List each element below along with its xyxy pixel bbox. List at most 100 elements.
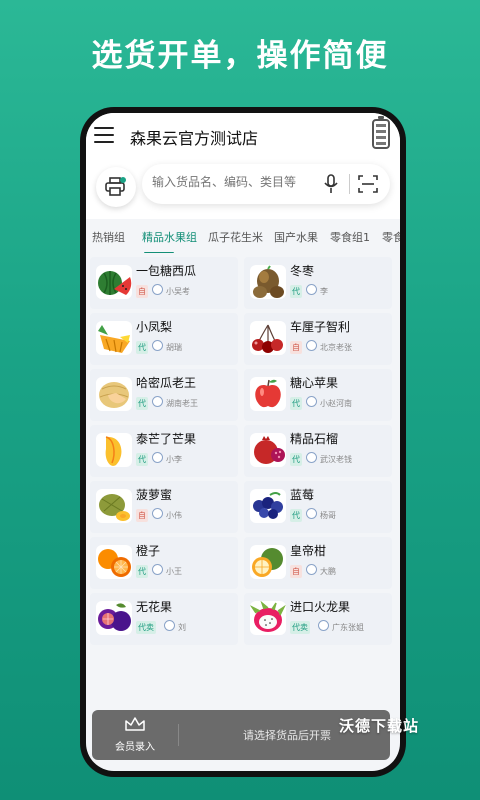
search-input[interactable] (150, 174, 324, 190)
seller-avatar-icon (152, 564, 163, 575)
seller-avatar-icon (306, 340, 317, 351)
microphone-icon[interactable] (324, 174, 338, 194)
tab-hot-sales[interactable]: 热销组 (92, 229, 125, 245)
seller-avatar-icon (306, 284, 317, 295)
pineapple-image (96, 321, 132, 355)
type-badge: 代 (290, 509, 302, 522)
promo-headline: 选货开单，操作简便 (91, 38, 389, 74)
product-name: 蓝莓 (290, 488, 315, 502)
type-badge: 自 (290, 565, 302, 578)
seller-avatar-icon (318, 620, 329, 631)
seller-avatar-icon (306, 452, 317, 463)
product-name: 进口火龙果 (290, 600, 351, 614)
product-name: 精品石榴 (290, 432, 339, 446)
type-badge: 代 (136, 341, 148, 354)
search-row (86, 157, 400, 219)
fig-image (96, 601, 132, 635)
type-badge: 代 (290, 285, 302, 298)
type-badge: 代卖 (136, 621, 156, 634)
tab-premium-fruit[interactable]: 精品水果组 (142, 229, 197, 245)
product-card[interactable]: 冬枣 代 李 (244, 257, 392, 309)
seller-avatar-icon (306, 564, 317, 575)
product-card[interactable]: 小凤梨 代 胡瑞 (90, 313, 238, 365)
cherry-image (250, 321, 286, 355)
product-card[interactable]: 进口火龙果 代卖 广东张姐 (244, 593, 392, 645)
printer-button[interactable] (96, 167, 136, 207)
seller-name: 小伟 (166, 511, 182, 520)
product-card[interactable]: 菠萝蜜 自 小伟 (90, 481, 238, 533)
product-name: 小凤梨 (136, 320, 173, 334)
watermark-text: 沃德下载站 (339, 717, 420, 735)
seller-name: 大鹏 (320, 567, 336, 576)
mandarin-image (250, 545, 286, 579)
seller-name: 小赵河南 (320, 399, 352, 408)
product-name: 糖心苹果 (290, 376, 339, 390)
seller-avatar-icon (152, 340, 163, 351)
search-divider (349, 174, 350, 194)
tab-snacks[interactable]: 零食 (382, 229, 400, 245)
product-name: 车厘子智利 (290, 320, 351, 334)
battery-icon (372, 116, 390, 149)
type-badge: 代卖 (290, 621, 310, 634)
watermelon-image (96, 265, 132, 299)
seller-name: 小王 (166, 567, 182, 576)
seller-name: 武汉老钱 (320, 455, 352, 464)
apple-image (250, 377, 286, 411)
product-name: 一包糖西瓜 (136, 264, 197, 278)
product-card[interactable]: 橙子 代 小王 (90, 537, 238, 589)
tab-seeds-nuts[interactable]: 瓜子花生米 (208, 229, 263, 245)
top-bar: 森果云官方测试店 (86, 113, 400, 157)
tab-domestic-fruit[interactable]: 国产水果 (274, 229, 318, 245)
orange-image (96, 545, 132, 579)
product-card[interactable]: 皇帝柑 自 大鹏 (244, 537, 392, 589)
seller-avatar-icon (164, 620, 175, 631)
app-screen: 森果云官方测试店 热销组 精品水 (86, 113, 400, 771)
category-tabs: 热销组 精品水果组 瓜子花生米 国产水果 零食组1 零食 (86, 223, 400, 253)
seller-avatar-icon (152, 396, 163, 407)
store-title: 森果云官方测试店 (130, 129, 259, 148)
scan-icon[interactable] (358, 175, 378, 193)
seller-name: 李 (320, 287, 328, 296)
product-name: 皇帝柑 (290, 544, 327, 558)
product-name: 泰芒了芒果 (136, 432, 197, 446)
member-entry-button[interactable]: 会员录入 (102, 716, 168, 756)
active-tab-indicator (144, 252, 174, 253)
hamburger-menu-icon[interactable] (94, 127, 114, 143)
seller-avatar-icon (306, 508, 317, 519)
type-badge: 代 (290, 397, 302, 410)
seller-name: 小李 (166, 455, 182, 464)
seller-name: 北京老张 (320, 343, 352, 352)
seller-name: 湖南老王 (166, 399, 198, 408)
product-name: 冬枣 (290, 264, 315, 278)
seller-name: 胡瑞 (166, 343, 182, 352)
product-card[interactable]: 精品石榴 代 武汉老钱 (244, 425, 392, 477)
product-card[interactable]: 无花果 代卖 刘 (90, 593, 238, 645)
product-card[interactable]: 一包糖西瓜 自 小吴考 (90, 257, 238, 309)
seller-avatar-icon (152, 284, 163, 295)
seller-avatar-icon (152, 452, 163, 463)
blueberry-image (250, 489, 286, 523)
crown-icon (125, 717, 145, 731)
dragon-fruit-image (250, 601, 286, 635)
member-entry-label: 会员录入 (115, 742, 155, 753)
product-card[interactable]: 泰芒了芒果 代 小李 (90, 425, 238, 477)
product-card[interactable]: 糖心苹果 代 小赵河南 (244, 369, 392, 421)
product-name: 无花果 (136, 600, 173, 614)
product-card[interactable]: 蓝莓 代 杨哥 (244, 481, 392, 533)
seller-name: 杨哥 (320, 511, 336, 520)
type-badge: 自 (136, 509, 148, 522)
product-name: 哈密瓜老王 (136, 376, 197, 390)
type-badge: 代 (136, 453, 148, 466)
seller-name: 广东张姐 (332, 623, 364, 632)
seller-name: 小吴考 (166, 287, 190, 296)
product-card[interactable]: 车厘子智利 自 北京老张 (244, 313, 392, 365)
product-name: 橙子 (136, 544, 161, 558)
type-badge: 自 (290, 341, 302, 354)
product-card[interactable]: 哈密瓜老王 代 湖南老王 (90, 369, 238, 421)
seller-avatar-icon (152, 508, 163, 519)
type-badge: 代 (136, 397, 148, 410)
type-badge: 自 (136, 285, 148, 298)
tab-snacks-1[interactable]: 零食组1 (330, 229, 370, 245)
seller-name: 刘 (178, 623, 186, 632)
mango-image (96, 433, 132, 467)
